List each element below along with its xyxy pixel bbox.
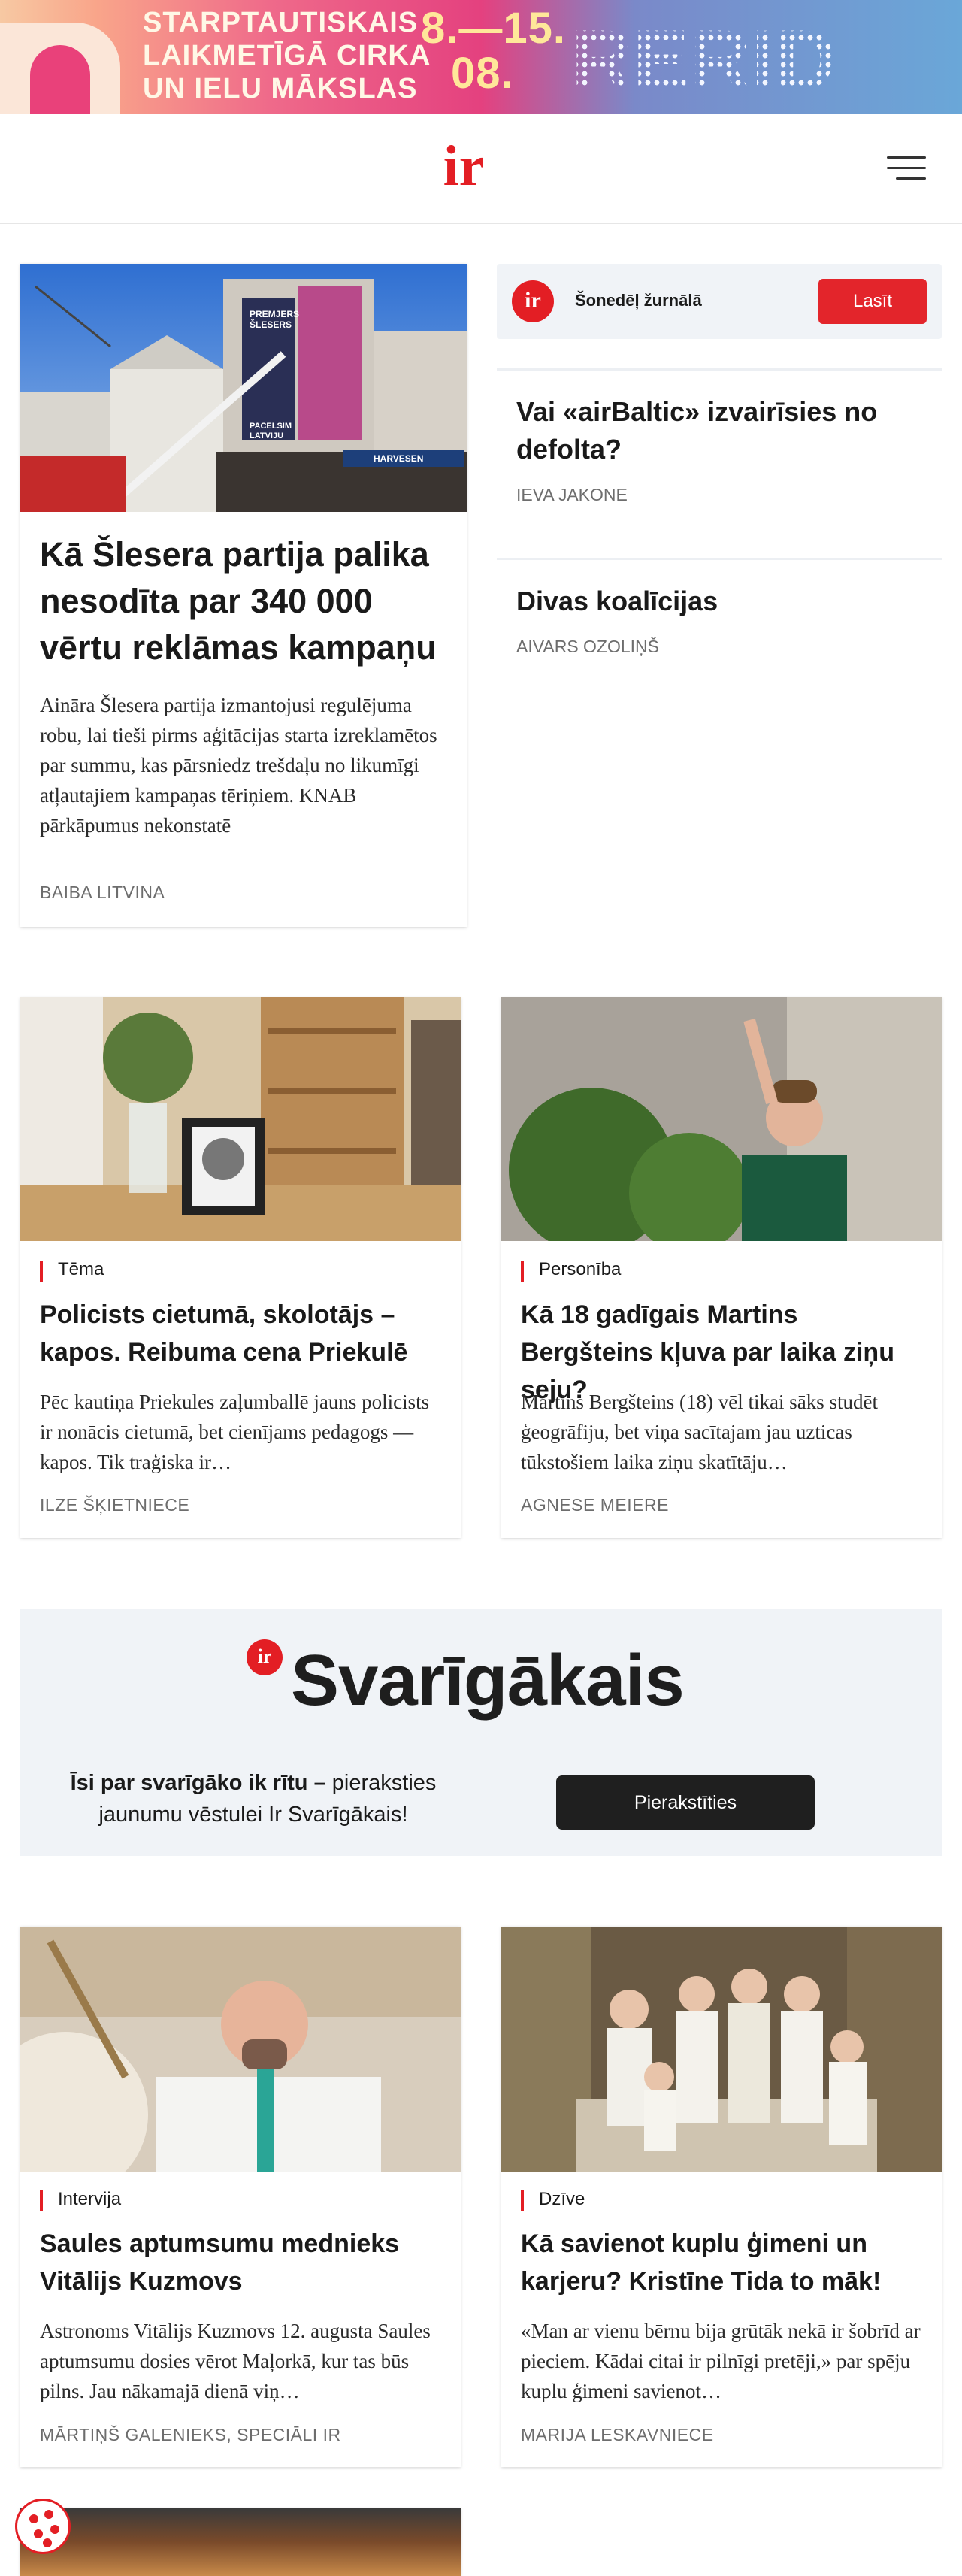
article-title[interactable]: Kā savienot kuplu ģimeni un karjeru? Kri… (521, 2225, 922, 2300)
article-author[interactable]: ILZE ŠĶIETNIECE (40, 1495, 189, 1515)
article-category[interactable]: Intervija (40, 2189, 121, 2211)
shop-sign: HARVESEN (374, 453, 424, 464)
banner-text: STARPTAUTISKAIS LAIKMETĪGĀ CIRKA UN IELU… (143, 7, 431, 104)
article-author[interactable]: MĀRTIŅŠ GALENIEKS, SPECIĀLI IR (40, 2425, 341, 2445)
article-image (20, 997, 461, 1241)
newsletter-logo: Svarīgākais (291, 1640, 685, 1721)
article-card[interactable]: Personība Kā 18 gadīgais Martins Bergšte… (501, 997, 942, 1538)
hamburger-icon[interactable] (887, 155, 926, 182)
subscribe-button[interactable]: Pierakstīties (556, 1775, 815, 1830)
article-category[interactable]: Personība (521, 1259, 621, 1282)
billboard-text: PACELSIM LATVIJU (250, 422, 292, 440)
lead-article-lead: Aināra Šlesera partija izmantojusi regul… (40, 694, 437, 837)
site-header: ir (0, 114, 962, 224)
article-lead: Martins Bergšteins (18) vēl tikai sāks s… (521, 1391, 878, 1473)
article-card[interactable]: Tēma Policists cietumā, skolotājs – kapo… (20, 997, 461, 1538)
lead-article-card[interactable]: PREMJERS ŠLESERS PACELSIM LATVIJU HARVES… (20, 264, 467, 927)
ir-badge-icon: ir (247, 1639, 283, 1675)
lead-article-title[interactable]: Kā Šlesera partija palika nesodīta par 3… (40, 531, 446, 671)
cookie-icon[interactable] (15, 2499, 71, 2554)
banner-brand: RERID (571, 13, 837, 107)
magazine-label: Šonedēļ žurnālā (575, 291, 702, 310)
magazine-promo: ir Šonedēļ žurnālā Lasīt (497, 264, 942, 339)
article-category[interactable]: Tēma (40, 1259, 104, 1282)
article-title[interactable]: Policists cietumā, skolotājs – kapos. Re… (40, 1296, 441, 1371)
sidebar-article-title[interactable]: Divas koalīcijas (516, 583, 907, 620)
banner-dates: 8.—15. 08. (421, 4, 566, 98)
ir-badge-icon: ir (512, 280, 554, 322)
festival-banner[interactable]: STARPTAUTISKAIS LAIKMETĪGĀ CIRKA UN IELU… (0, 0, 962, 114)
ir-logo[interactable]: ir (437, 136, 491, 196)
lead-article-author[interactable]: BAIBA LITVINA (40, 882, 165, 903)
article-lead: Astronoms Vitālijs Kuzmovs 12. augusta S… (40, 2320, 431, 2402)
article-card[interactable] (20, 2508, 461, 2576)
article-card[interactable]: Dzīve Kā savienot kuplu ģimeni un karjer… (501, 1927, 942, 2467)
article-author[interactable]: AGNESE MEIERE (521, 1495, 669, 1515)
article-category[interactable]: Dzīve (521, 2189, 585, 2211)
read-magazine-button[interactable]: Lasīt (818, 279, 927, 324)
article-image (20, 1927, 461, 2172)
sidebar-article-author[interactable]: AIVARS OZOLIŅŠ (516, 637, 659, 657)
sidebar-article-title[interactable]: Vai «airBaltic» izvairīsies no defolta? (516, 393, 907, 468)
article-author[interactable]: MARIJA LESKAVNIECE (521, 2425, 714, 2445)
article-image (20, 2508, 461, 2576)
billboard-text: PREMJERS ŠLESERS (250, 309, 300, 330)
newsletter-signup: ir Svarīgākais Īsi par svarīgāko ik rītu… (20, 1609, 942, 1856)
banner-shape (30, 45, 90, 114)
article-lead: Pēc kautiņa Priekules zaļumballē jauns p… (40, 1391, 430, 1473)
article-image (501, 997, 942, 1241)
article-image (501, 1927, 942, 2172)
sidebar-article[interactable]: Divas koalīcijas AIVARS OZOLIŅŠ (497, 558, 942, 670)
sidebar-article[interactable]: Vai «airBaltic» izvairīsies no defolta? … (497, 368, 942, 558)
sidebar-article-author[interactable]: IEVA JAKONE (516, 485, 628, 505)
article-card[interactable]: Intervija Saules aptumsumu mednieks Vitā… (20, 1927, 461, 2467)
lead-article-image: PREMJERS ŠLESERS PACELSIM LATVIJU HARVES… (20, 264, 467, 512)
article-lead: «Man ar vienu bērnu bija grūtāk nekā ir … (521, 2320, 921, 2402)
newsletter-text: Īsi par svarīgāko ik rītu – pieraksties … (70, 1771, 437, 1827)
article-title[interactable]: Saules aptumsumu mednieks Vitālijs Kuzmo… (40, 2225, 441, 2300)
